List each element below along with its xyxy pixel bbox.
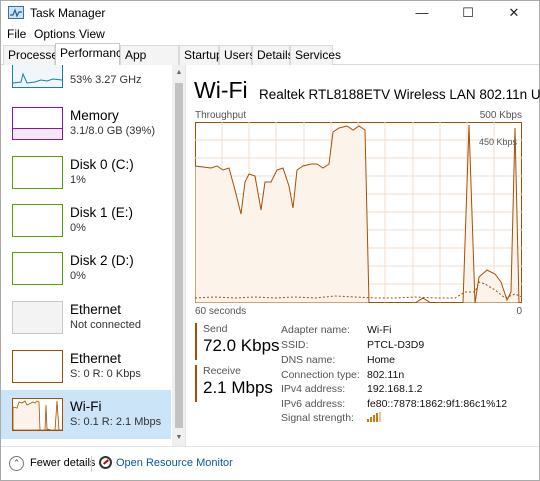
tab-performance[interactable]: Performance xyxy=(55,43,129,66)
sidebar-item-disk2[interactable]: Disk 2 (D:) 0% xyxy=(1,244,171,293)
footer: ⌃ Fewer details Open Resource Monitor xyxy=(1,446,539,480)
sidebar-item-cpu-sub: 53% 3.27 GHz xyxy=(70,74,142,86)
footer-divider xyxy=(91,456,92,472)
menu-bar: File Options View xyxy=(1,25,539,44)
detail-pane: Wi-Fi Realtek RTL8188ETV Wireless LAN 80… xyxy=(187,65,540,446)
cpu-thumbnail xyxy=(12,65,63,88)
resource-title: Wi-Fi xyxy=(194,77,248,103)
receive-stat: Receive 2.1 Mbps xyxy=(195,365,281,402)
fewer-details-link[interactable]: Fewer details xyxy=(30,457,95,469)
window-title: Task Manager xyxy=(30,6,106,20)
tab-app-history[interactable]: App history xyxy=(120,45,179,80)
info-ssid-value: PTCL-D3D9 xyxy=(367,339,425,351)
sidebar-item-disk2-sub: 0% xyxy=(70,270,86,282)
info-ssid-label: SSID: xyxy=(281,339,309,351)
resource-monitor-icon[interactable] xyxy=(99,456,112,469)
tab-services[interactable]: Services xyxy=(290,45,341,65)
throughput-label: Throughput xyxy=(195,110,247,121)
ethernet-thumbnail xyxy=(12,350,63,383)
graph-zero-label: 0 xyxy=(516,306,522,317)
sidebar-item-disk0-sub: 1% xyxy=(70,174,86,186)
task-manager-icon xyxy=(8,6,24,19)
close-button[interactable]: ✕ xyxy=(491,1,537,25)
sidebar-item-memory-label: Memory xyxy=(70,108,119,123)
receive-value: 2.1 Mbps xyxy=(203,378,273,397)
memory-thumbnail xyxy=(12,107,63,140)
maximize-button[interactable]: ☐ xyxy=(445,1,491,25)
signal-strength-icon xyxy=(367,412,381,425)
info-signal-label: Signal strength: xyxy=(281,412,354,424)
open-resource-monitor-link[interactable]: Open Resource Monitor xyxy=(116,457,233,469)
disk0-thumbnail xyxy=(12,156,63,189)
chevron-up-icon[interactable]: ⌃ xyxy=(9,456,24,471)
menu-file[interactable]: File xyxy=(7,27,26,41)
ethernet-disconnected-thumbnail xyxy=(12,301,63,334)
info-dns-label: DNS name: xyxy=(281,354,336,366)
info-dns-value: Home xyxy=(367,354,396,366)
info-ipv4-value: 192.168.1.2 xyxy=(367,383,423,395)
scrollbar-thumb[interactable] xyxy=(175,83,183,428)
sidebar-item-disk1-sub: 0% xyxy=(70,222,86,234)
info-connection-type-value: 802.11n xyxy=(367,369,405,381)
scroll-up-icon[interactable]: ▲ xyxy=(174,68,184,78)
sidebar-item-wifi[interactable]: Wi-Fi S: 0.1 R: 2.1 Mbps xyxy=(1,390,171,439)
sidebar-item-ethernet-sub: S: 0 R: 0 Kbps xyxy=(70,368,141,380)
graph-max-label: 500 Kbps xyxy=(479,110,522,121)
info-ipv4-label: IPv4 address: xyxy=(281,383,346,395)
info-ipv6-value: fe80::7878:1862:9f1:86c1%12 xyxy=(367,398,508,410)
send-value: 72.0 Kbps xyxy=(203,336,280,355)
sidebar-item-ethernet-disconnected[interactable]: Ethernet Not connected xyxy=(1,293,171,342)
send-stat: Send 72.0 Kbps xyxy=(195,323,281,360)
tab-details[interactable]: Details xyxy=(252,45,294,65)
sidebar-item-ethernet[interactable]: Ethernet S: 0 R: 0 Kbps xyxy=(1,342,171,391)
receive-label: Receive xyxy=(203,365,241,377)
adapter-model: Realtek RTL8188ETV Wireless LAN 802.11n … xyxy=(259,87,540,102)
info-adapter-name-value: Wi-Fi xyxy=(367,324,392,336)
minimize-button[interactable]: — xyxy=(399,1,445,25)
tab-processes[interactable]: Processes xyxy=(3,45,64,65)
menu-options[interactable]: Options xyxy=(34,27,75,41)
graph-inner-max-label: 450 Kbps xyxy=(479,137,518,147)
sidebar-item-disk1-label: Disk 1 (E:) xyxy=(70,205,134,220)
sidebar-item-disk1[interactable]: Disk 1 (E:) 0% xyxy=(1,196,171,245)
resource-list: 53% 3.27 GHz Memory 3.1/8.0 GB (39%) Dis… xyxy=(1,65,186,446)
sidebar-item-disk0-label: Disk 0 (C:) xyxy=(70,157,134,172)
sidebar-item-ethernet-label: Ethernet xyxy=(70,351,122,366)
info-ipv6-label: IPv6 address: xyxy=(281,398,346,410)
menu-view[interactable]: View xyxy=(79,27,105,41)
time-span-label: 60 seconds xyxy=(195,306,247,317)
sidebar-item-wifi-label: Wi-Fi xyxy=(70,399,102,414)
sidebar-item-ethernet-disconnected-label: Ethernet xyxy=(70,302,122,317)
sidebar-item-memory[interactable]: Memory 3.1/8.0 GB (39%) xyxy=(1,99,171,148)
sidebar-item-memory-sub: 3.1/8.0 GB (39%) xyxy=(70,125,155,137)
sidebar-item-ethernet-disconnected-sub: Not connected xyxy=(70,319,141,331)
sidebar-item-cpu[interactable]: 53% 3.27 GHz xyxy=(1,65,171,96)
wifi-thumbnail xyxy=(12,398,63,431)
tab-startup[interactable]: Startup xyxy=(179,45,223,65)
scroll-down-icon[interactable]: ▼ xyxy=(174,433,184,443)
info-adapter-name-label: Adapter name: xyxy=(281,324,350,336)
task-manager-window: Task Manager — ☐ ✕ File Options View Pro… xyxy=(0,0,540,481)
tab-users[interactable]: Users xyxy=(219,45,255,65)
sidebar-item-wifi-sub: S: 0.1 R: 2.1 Mbps xyxy=(70,416,162,428)
sidebar-item-disk2-label: Disk 2 (D:) xyxy=(70,253,134,268)
sidebar-item-disk0[interactable]: Disk 0 (C:) 1% xyxy=(1,148,171,197)
disk2-thumbnail xyxy=(12,252,63,285)
title-bar: Task Manager — ☐ ✕ xyxy=(1,1,539,25)
disk1-thumbnail xyxy=(12,204,63,237)
tab-bar: Processes Performance App history Startu… xyxy=(1,43,539,80)
info-connection-type-label: Connection type: xyxy=(281,369,360,381)
throughput-graph: 450 Kbps xyxy=(195,122,522,303)
sidebar-scrollbar[interactable]: ▲ ▼ xyxy=(172,65,185,446)
send-label: Send xyxy=(203,323,228,335)
